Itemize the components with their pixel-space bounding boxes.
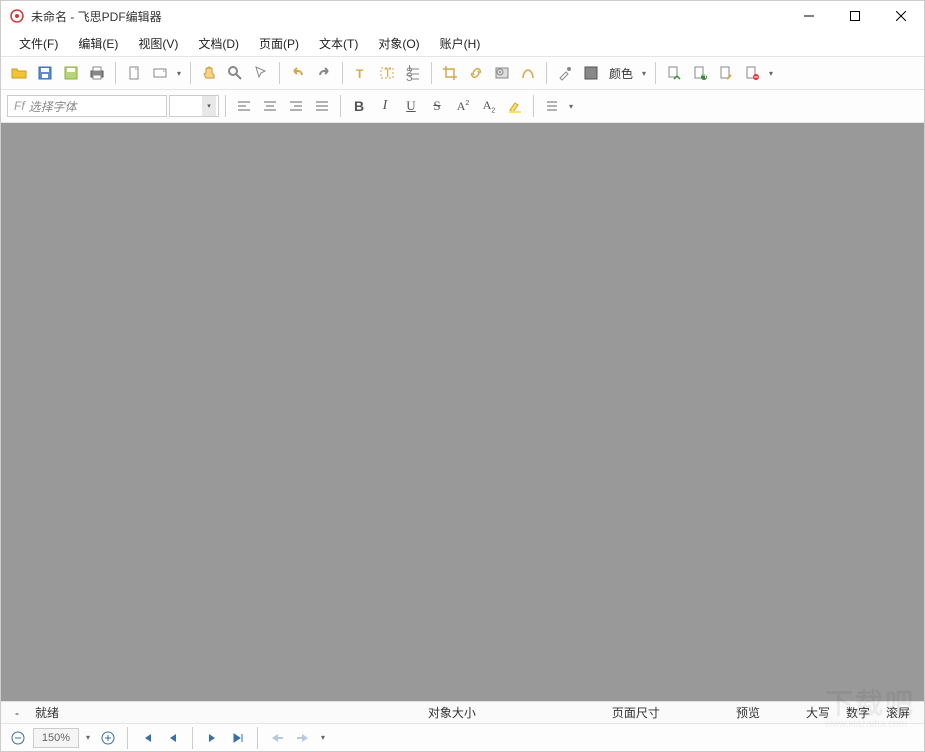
fill-color-button[interactable] — [579, 61, 603, 85]
window-title: 未命名 - 飞思PDF编辑器 — [31, 8, 162, 25]
svg-text:T: T — [384, 66, 392, 80]
app-icon — [9, 8, 25, 24]
font-selector[interactable]: Ff 选择字体 — [7, 95, 167, 117]
page-dropdown[interactable]: ▾ — [174, 61, 184, 85]
undo-button[interactable] — [286, 61, 310, 85]
menu-text[interactable]: 文本(T) — [309, 31, 368, 56]
color-label: 颜色 — [609, 65, 633, 82]
next-page-button[interactable] — [201, 727, 223, 749]
link-button[interactable] — [464, 61, 488, 85]
title-bar: 未命名 - 飞思PDF编辑器 — [1, 1, 924, 31]
zoom-tool-button[interactable] — [223, 61, 247, 85]
underline-button[interactable]: U — [399, 94, 423, 118]
subscript-button[interactable]: A2 — [477, 94, 501, 118]
doc-delete-button[interactable] — [740, 61, 764, 85]
align-left-button[interactable] — [232, 94, 256, 118]
align-justify-button[interactable] — [310, 94, 334, 118]
minimize-button[interactable] — [786, 1, 832, 31]
hand-tool-button[interactable] — [197, 61, 221, 85]
doc-edit-button[interactable] — [714, 61, 738, 85]
nav-back-button[interactable] — [266, 727, 288, 749]
line-spacing-button[interactable] — [540, 94, 564, 118]
select-tool-button[interactable] — [249, 61, 273, 85]
menu-page[interactable]: 页面(P) — [249, 31, 309, 56]
toolbar-format: Ff 选择字体 ▾ B I U S A2 A2 ▾ — [1, 90, 924, 123]
svg-text:+: + — [702, 68, 708, 81]
status-page-size: 页面尺寸 — [604, 704, 668, 721]
line-spacing-dropdown[interactable]: ▾ — [566, 94, 576, 118]
redo-button[interactable] — [312, 61, 336, 85]
font-size-selector[interactable]: ▾ — [169, 95, 219, 117]
font-prefix: Ff — [14, 99, 25, 113]
status-num: 数字 — [838, 704, 878, 721]
crop-button[interactable] — [438, 61, 462, 85]
print-button[interactable] — [85, 61, 109, 85]
svg-text:1: 1 — [406, 65, 413, 74]
first-page-button[interactable] — [136, 727, 158, 749]
nav-dropdown[interactable]: ▾ — [318, 726, 328, 750]
menu-view[interactable]: 视图(V) — [128, 31, 188, 56]
doc-action1-button[interactable] — [662, 61, 686, 85]
zoom-percent[interactable]: 150% — [33, 728, 79, 748]
nav-forward-button[interactable] — [292, 727, 314, 749]
shape-button[interactable] — [516, 61, 540, 85]
close-button[interactable] — [878, 1, 924, 31]
last-page-button[interactable] — [227, 727, 249, 749]
page-portrait-button[interactable] — [122, 61, 146, 85]
status-bar: - 就绪 对象大小 页面尺寸 预览 大写 数字 滚屏 — [1, 701, 924, 723]
status-caps: 大写 — [798, 704, 838, 721]
svg-text:2: 2 — [406, 65, 413, 79]
zoom-out-button[interactable] — [7, 727, 29, 749]
text-box-button[interactable]: T — [375, 61, 399, 85]
save-as-button[interactable] — [59, 61, 83, 85]
eyedropper-button[interactable] — [553, 61, 577, 85]
strikethrough-button[interactable]: S — [425, 94, 449, 118]
menu-file[interactable]: 文件(F) — [9, 31, 68, 56]
color-dropdown[interactable]: ▾ — [639, 61, 649, 85]
prev-page-button[interactable] — [162, 727, 184, 749]
maximize-button[interactable] — [832, 1, 878, 31]
image-button[interactable] — [490, 61, 514, 85]
highlight-button[interactable] — [503, 94, 527, 118]
page-landscape-button[interactable] — [148, 61, 172, 85]
status-object-size: 对象大小 — [420, 704, 484, 721]
doc-dropdown[interactable]: ▾ — [766, 61, 776, 85]
svg-text:3: 3 — [406, 70, 413, 81]
doc-add-button[interactable]: + — [688, 61, 712, 85]
menu-object[interactable]: 对象(O) — [368, 31, 429, 56]
svg-text:T: T — [356, 67, 364, 81]
document-canvas[interactable] — [1, 123, 924, 701]
text-tool-button[interactable]: T — [349, 61, 373, 85]
align-center-button[interactable] — [258, 94, 282, 118]
save-button[interactable] — [33, 61, 57, 85]
italic-button[interactable]: I — [373, 94, 397, 118]
align-right-button[interactable] — [284, 94, 308, 118]
zoom-dropdown[interactable]: ▾ — [83, 726, 93, 750]
navigation-bar: 150% ▾ ▾ — [1, 723, 924, 751]
superscript-button[interactable]: A2 — [451, 94, 475, 118]
menu-document[interactable]: 文档(D) — [188, 31, 249, 56]
zoom-in-button[interactable] — [97, 727, 119, 749]
menu-edit[interactable]: 编辑(E) — [68, 31, 128, 56]
status-ready: 就绪 — [27, 704, 67, 721]
numbering-button[interactable]: 123 — [401, 61, 425, 85]
menu-bar: 文件(F) 编辑(E) 视图(V) 文档(D) 页面(P) 文本(T) 对象(O… — [1, 31, 924, 57]
status-preview: 预览 — [728, 704, 768, 721]
status-dash: - — [7, 706, 27, 720]
font-placeholder: 选择字体 — [29, 98, 77, 115]
bold-button[interactable]: B — [347, 94, 371, 118]
open-button[interactable] — [7, 61, 31, 85]
status-scroll: 滚屏 — [878, 704, 918, 721]
menu-account[interactable]: 账户(H) — [430, 31, 491, 56]
toolbar-main: ▾ T T 123 颜色 ▾ + ▾ — [1, 57, 924, 90]
